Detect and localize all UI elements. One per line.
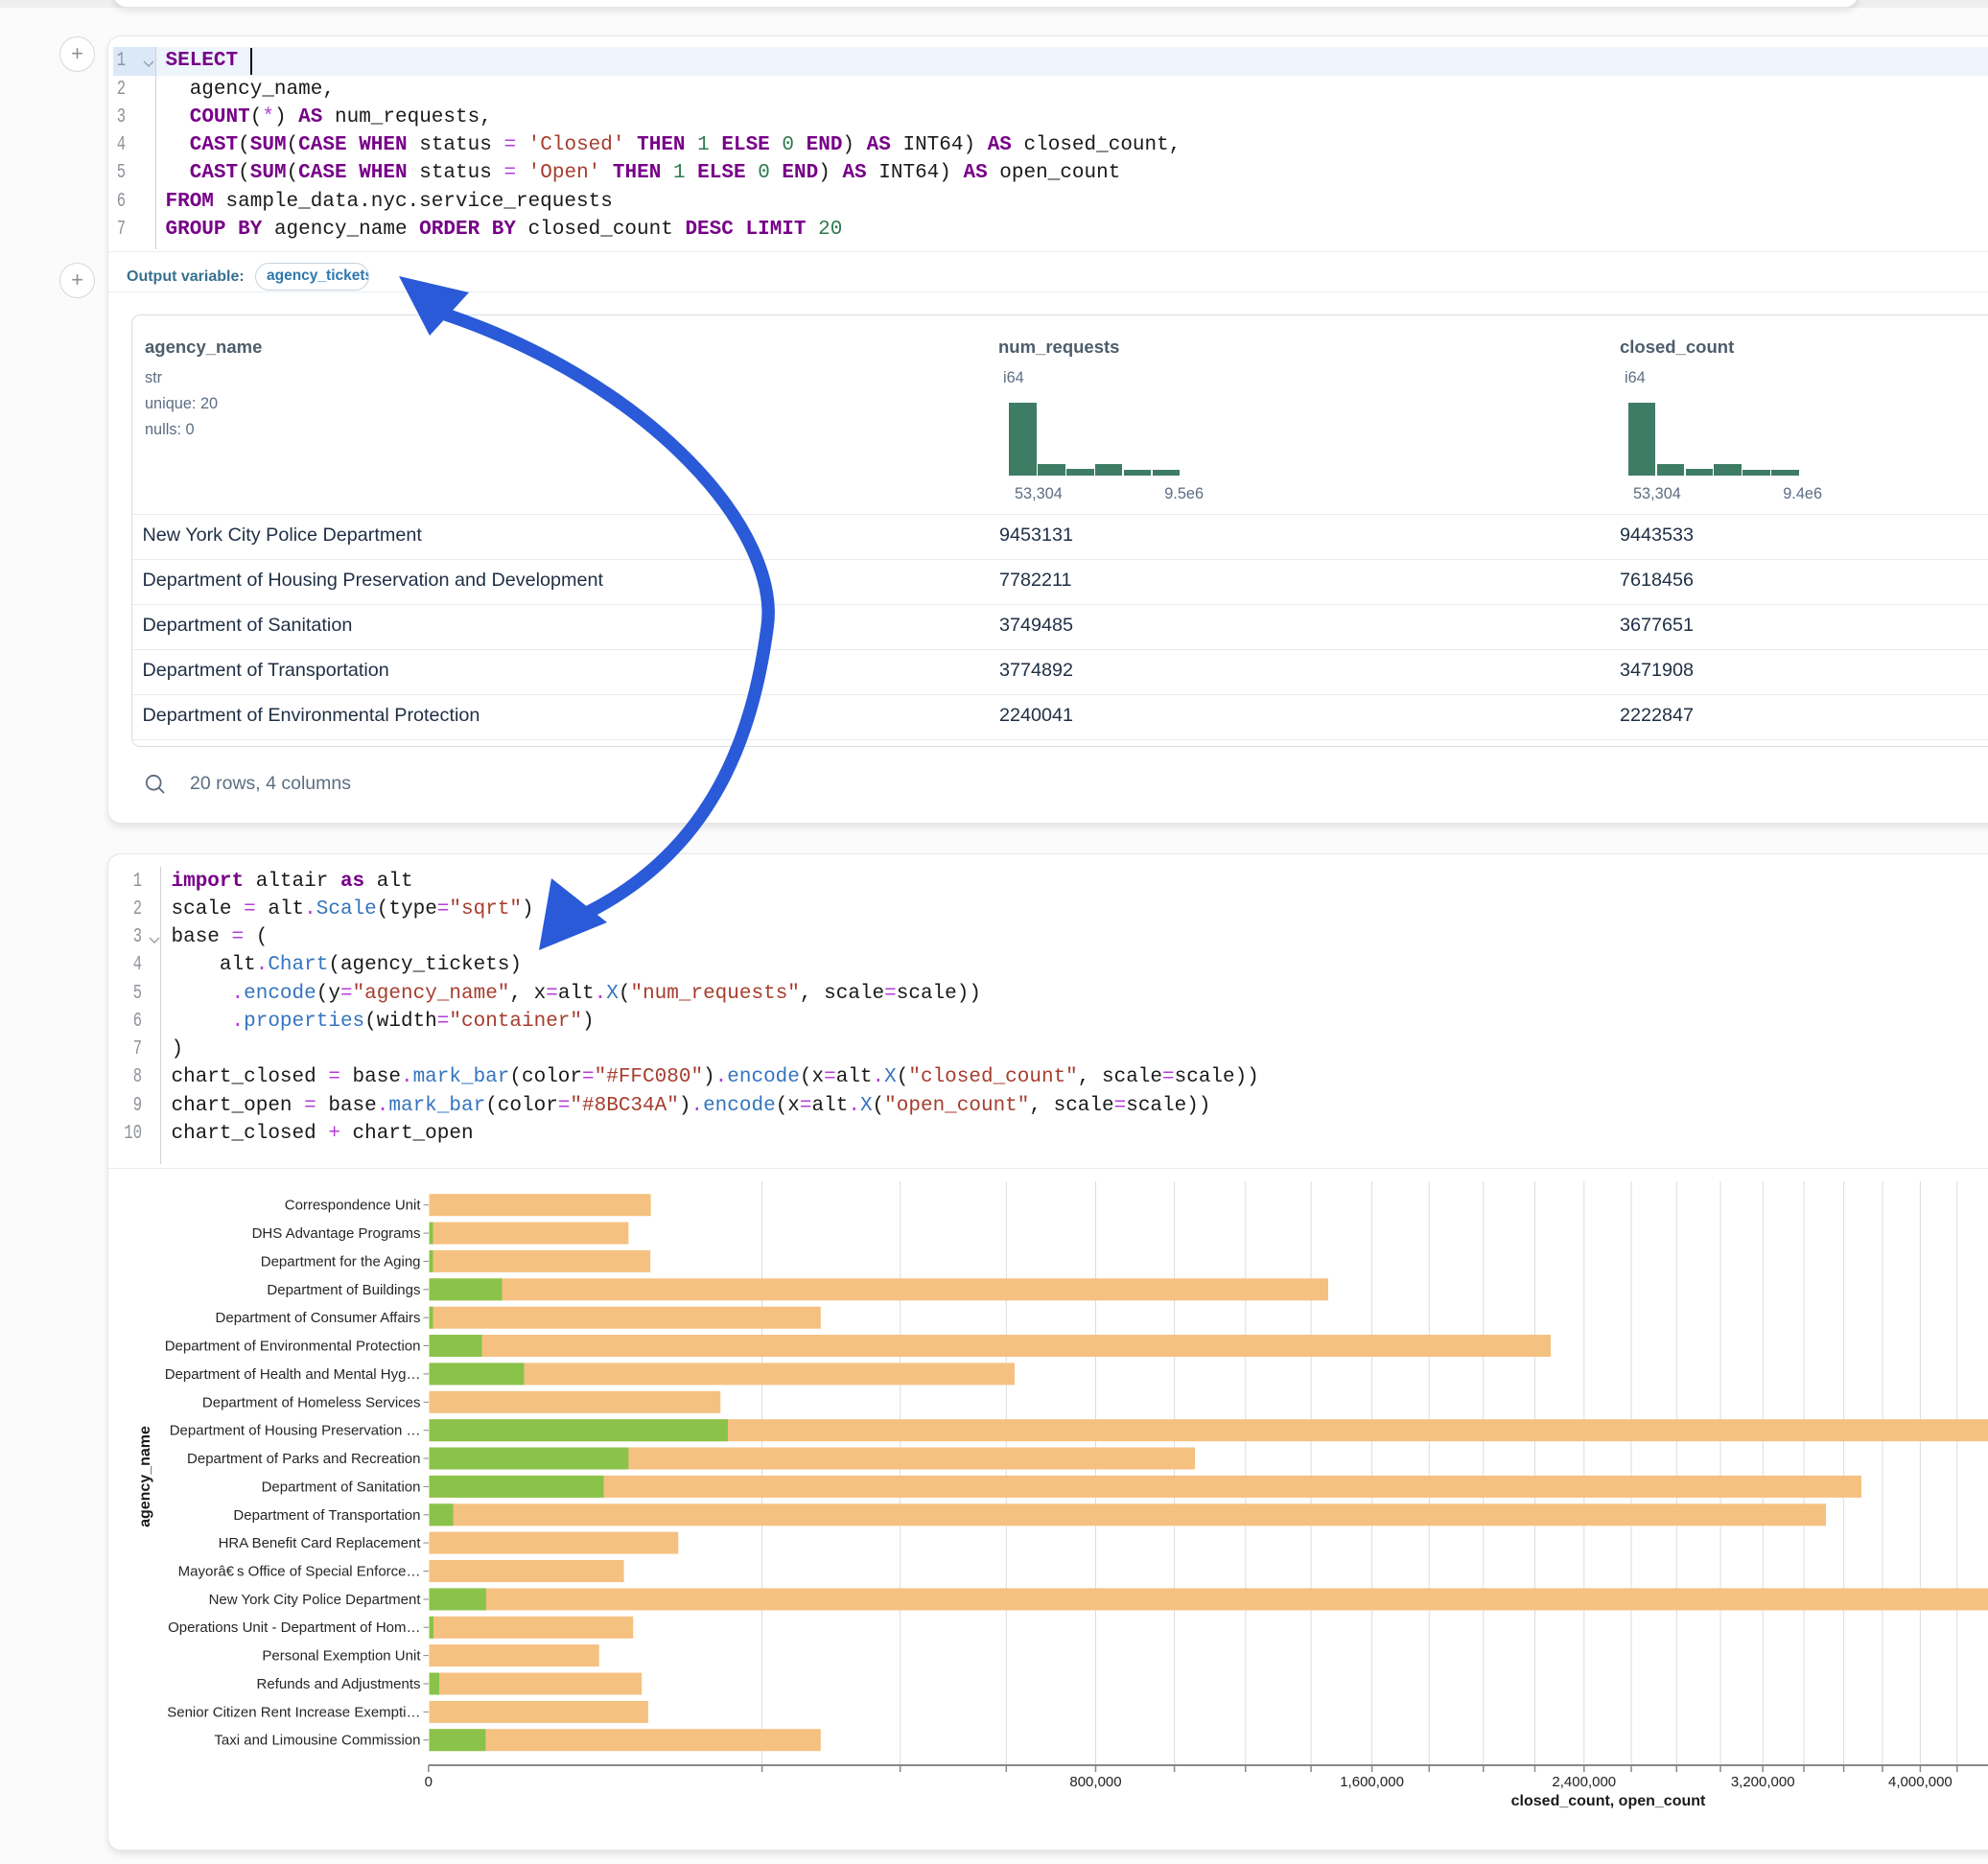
svg-text:agency_name: agency_name xyxy=(137,1426,153,1527)
svg-text:Department for the Aging: Department for the Aging xyxy=(261,1253,421,1270)
svg-text:Department of Buildings: Department of Buildings xyxy=(267,1282,420,1298)
svg-text:HRA Benefit Card Replacement: HRA Benefit Card Replacement xyxy=(219,1535,422,1551)
svg-text:Department of Transportation: Department of Transportation xyxy=(233,1507,420,1524)
svg-text:0: 0 xyxy=(425,1774,433,1790)
svg-text:Department of Homeless Service: Department of Homeless Services xyxy=(202,1394,421,1410)
svg-text:Personal Exemption Unit: Personal Exemption Unit xyxy=(262,1648,421,1665)
svg-text:Department of Housing Preserva: Department of Housing Preservation … xyxy=(170,1423,421,1439)
svg-text:Refunds and Adjustments: Refunds and Adjustments xyxy=(257,1676,421,1692)
svg-text:Senior Citizen Rent Increase E: Senior Citizen Rent Increase Exempti… xyxy=(167,1704,420,1720)
svg-text:Department of Health and Menta: Department of Health and Mental Hyg… xyxy=(165,1366,421,1383)
svg-text:New York City Police Departmen: New York City Police Department xyxy=(209,1592,422,1608)
svg-text:4,000,000: 4,000,000 xyxy=(1888,1774,1953,1790)
svg-text:DHS Advantage Programs: DHS Advantage Programs xyxy=(252,1225,421,1242)
svg-text:Correspondence Unit: Correspondence Unit xyxy=(285,1198,422,1214)
svg-text:3,200,000: 3,200,000 xyxy=(1731,1774,1795,1790)
svg-text:Mayorâ€ s Office of Special En: Mayorâ€ s Office of Special Enforce… xyxy=(178,1564,421,1580)
svg-text:Department of Parks and Recrea: Department of Parks and Recreation xyxy=(187,1451,420,1467)
svg-text:closed_count, open_count: closed_count, open_count xyxy=(1511,1793,1706,1809)
svg-text:1,600,000: 1,600,000 xyxy=(1340,1774,1404,1790)
svg-text:800,000: 800,000 xyxy=(1069,1774,1121,1790)
svg-text:Department of Consumer Affairs: Department of Consumer Affairs xyxy=(216,1310,421,1326)
svg-text:Department of Sanitation: Department of Sanitation xyxy=(262,1479,421,1495)
svg-text:Taxi and Limousine Commission: Taxi and Limousine Commission xyxy=(214,1733,420,1749)
svg-text:Department of Environmental Pr: Department of Environmental Protection xyxy=(165,1339,421,1355)
svg-text:2,400,000: 2,400,000 xyxy=(1552,1774,1616,1790)
svg-text:Operations Unit - Department o: Operations Unit - Department of Hom… xyxy=(168,1619,420,1636)
